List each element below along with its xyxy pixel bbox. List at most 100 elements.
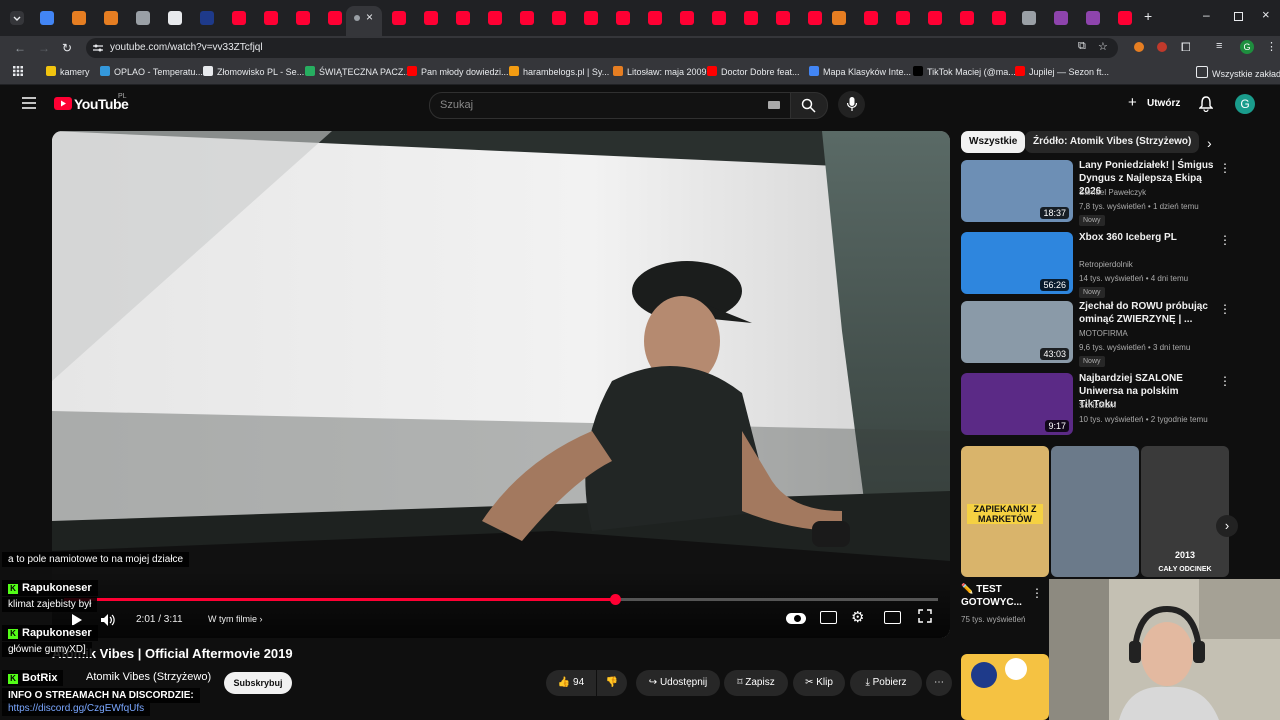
create-button[interactable]: + Utwórz [1120,94,1182,114]
autoplay-toggle[interactable] [786,613,806,624]
share-button[interactable]: ↪ Udostępnij [636,670,720,696]
browser-tab[interactable] [390,9,410,27]
browser-tab[interactable] [830,9,850,27]
browser-tab[interactable] [486,9,506,27]
recommendation-thumbnail[interactable]: 56:26 [961,232,1073,294]
browser-tab[interactable] [262,9,282,27]
like-button[interactable]: 👍 94 [546,670,596,696]
menu-kebab-icon[interactable]: ⋮ [1266,40,1277,53]
short-thumbnail[interactable]: 2013 CAŁY ODCINEK [1141,446,1229,577]
browser-tab[interactable] [166,9,186,27]
search-button[interactable] [790,92,828,119]
chat-link[interactable]: https://discord.gg/CzgEWfqUfs [2,701,151,716]
browser-tab[interactable] [710,9,730,27]
browser-tab[interactable] [894,9,914,27]
browser-tab[interactable] [614,9,634,27]
save-button[interactable]: ⌑ Zapisz [724,670,788,696]
bookmark-item[interactable]: harambelogs.pl | Sy... [509,66,609,77]
bookmark-star-icon[interactable]: ☆ [1098,40,1108,53]
browser-tab[interactable] [102,9,122,27]
recommendation-thumbnail[interactable]: 43:03 [961,301,1073,363]
youtube-logo-icon[interactable] [54,97,72,110]
extension-icon[interactable] [1157,42,1167,52]
url-text[interactable]: youtube.com/watch?v=vv33ZTcfjql [110,42,263,53]
maximize-button[interactable] [1234,12,1243,21]
browser-tab[interactable] [990,9,1010,27]
forward-button[interactable]: → [38,41,50,55]
browser-tab[interactable] [70,9,90,27]
dislike-button[interactable]: 👎 [597,670,627,696]
bookmark-item[interactable]: Jupilej — Sezon ft... [1015,66,1109,77]
browser-tab[interactable] [550,9,570,27]
short-kebab-icon[interactable]: ⋮ [1031,586,1043,600]
recommendation-title[interactable]: Xbox 360 Iceberg PL [1079,231,1217,244]
reload-button[interactable]: ↻ [62,41,72,55]
recommendation-kebab-icon[interactable]: ⋮ [1219,302,1231,316]
bookmark-item[interactable]: kamery [46,66,90,77]
short-thumbnail[interactable] [961,654,1049,720]
profile-avatar[interactable]: G [1240,40,1254,54]
volume-button[interactable] [100,613,116,627]
browser-tab[interactable] [926,9,946,27]
browser-tab[interactable] [1116,9,1136,27]
media-control-icon[interactable]: ≡ [1216,40,1222,52]
minimize-button[interactable]: – [1203,8,1210,22]
shorts-next-button[interactable]: › [1216,515,1238,537]
recommendation-thumbnail[interactable]: 9:17 [961,373,1073,435]
browser-tab[interactable] [1084,9,1104,27]
cast-icon[interactable]: ⧉ [1078,40,1086,53]
download-button[interactable]: ⤓ Pobierz [850,670,922,696]
filter-chip-all[interactable]: Wszystkie [961,131,1026,153]
progress-scrubber[interactable] [609,594,621,605]
back-button[interactable]: ← [14,41,26,55]
notifications-bell-icon[interactable] [1199,96,1213,112]
recommendation-thumbnail[interactable]: 18:37 [961,160,1073,222]
subscribe-button[interactable]: Subskrybuj [224,672,292,694]
short-thumbnail[interactable]: ZAPIEKANKI Z MARKETÓW [961,446,1049,577]
filter-chip-source[interactable]: Źródło: Atomik Vibes (Strzyżewo) [1025,131,1200,153]
browser-tab[interactable] [294,9,314,27]
theater-mode-icon[interactable] [884,611,901,624]
voice-search-button[interactable] [838,91,865,118]
browser-tab[interactable] [230,9,250,27]
recommendation-channel[interactable]: Schizolum [1079,401,1116,410]
browser-tab[interactable] [774,9,794,27]
fullscreen-icon[interactable] [918,609,932,623]
all-bookmarks-folder[interactable]: Wszystkie zakładki [1196,66,1280,79]
bookmark-item[interactable]: Mapa Klasyków Inte... [809,66,911,77]
recommendation-channel[interactable]: Samuel Pawełczyk [1079,188,1146,197]
settings-gear-icon[interactable]: ⚙ [851,608,864,626]
recommendation-kebab-icon[interactable]: ⋮ [1219,161,1231,175]
bookmark-item[interactable]: Litosław: maja 2009 [613,66,707,77]
user-avatar[interactable]: G [1235,94,1255,114]
browser-tab[interactable] [518,9,538,27]
bookmark-item[interactable]: OPLAO - Temperatu... [100,66,203,77]
browser-tab[interactable] [134,9,154,27]
bookmark-item[interactable]: ŚWIĄTECZNA PACZ... [305,66,411,77]
chapters-button[interactable]: W tym filmie › [208,614,263,624]
browser-tab[interactable] [678,9,698,27]
extension-icon[interactable] [1134,42,1144,52]
close-icon[interactable]: × [366,10,373,24]
new-tab-button[interactable]: + [1144,8,1152,24]
recommendation-kebab-icon[interactable]: ⋮ [1219,233,1231,247]
browser-tab[interactable] [1052,9,1072,27]
chevron-right-icon[interactable]: › [1207,135,1212,151]
bookmark-item[interactable]: Doctor Dobre feat... [707,66,800,77]
site-settings-icon[interactable] [92,43,104,53]
recommendation-channel[interactable]: MOTOFIRMA [1079,329,1128,338]
browser-tab[interactable] [862,9,882,27]
more-actions-button[interactable]: ⋯ [926,670,952,696]
browser-tab[interactable] [582,9,602,27]
bookmark-item[interactable]: Złomowisko PL - Se... [203,66,304,77]
recommendation-kebab-icon[interactable]: ⋮ [1219,374,1231,388]
short-title[interactable]: ✏️ TEST GOTOWYC... [961,583,1037,609]
browser-tab[interactable] [422,9,442,27]
clip-button[interactable]: ✂ Klip [793,670,845,696]
browser-tab[interactable] [198,9,218,27]
channel-name[interactable]: Atomik Vibes (Strzyżewo) [86,671,211,683]
recommendation-title[interactable]: Zjechał do ROWU próbując ominąć ZWIERZYN… [1079,300,1217,326]
browser-tab[interactable] [958,9,978,27]
tab-search-button[interactable] [10,11,24,25]
hamburger-menu-icon[interactable] [22,97,36,109]
